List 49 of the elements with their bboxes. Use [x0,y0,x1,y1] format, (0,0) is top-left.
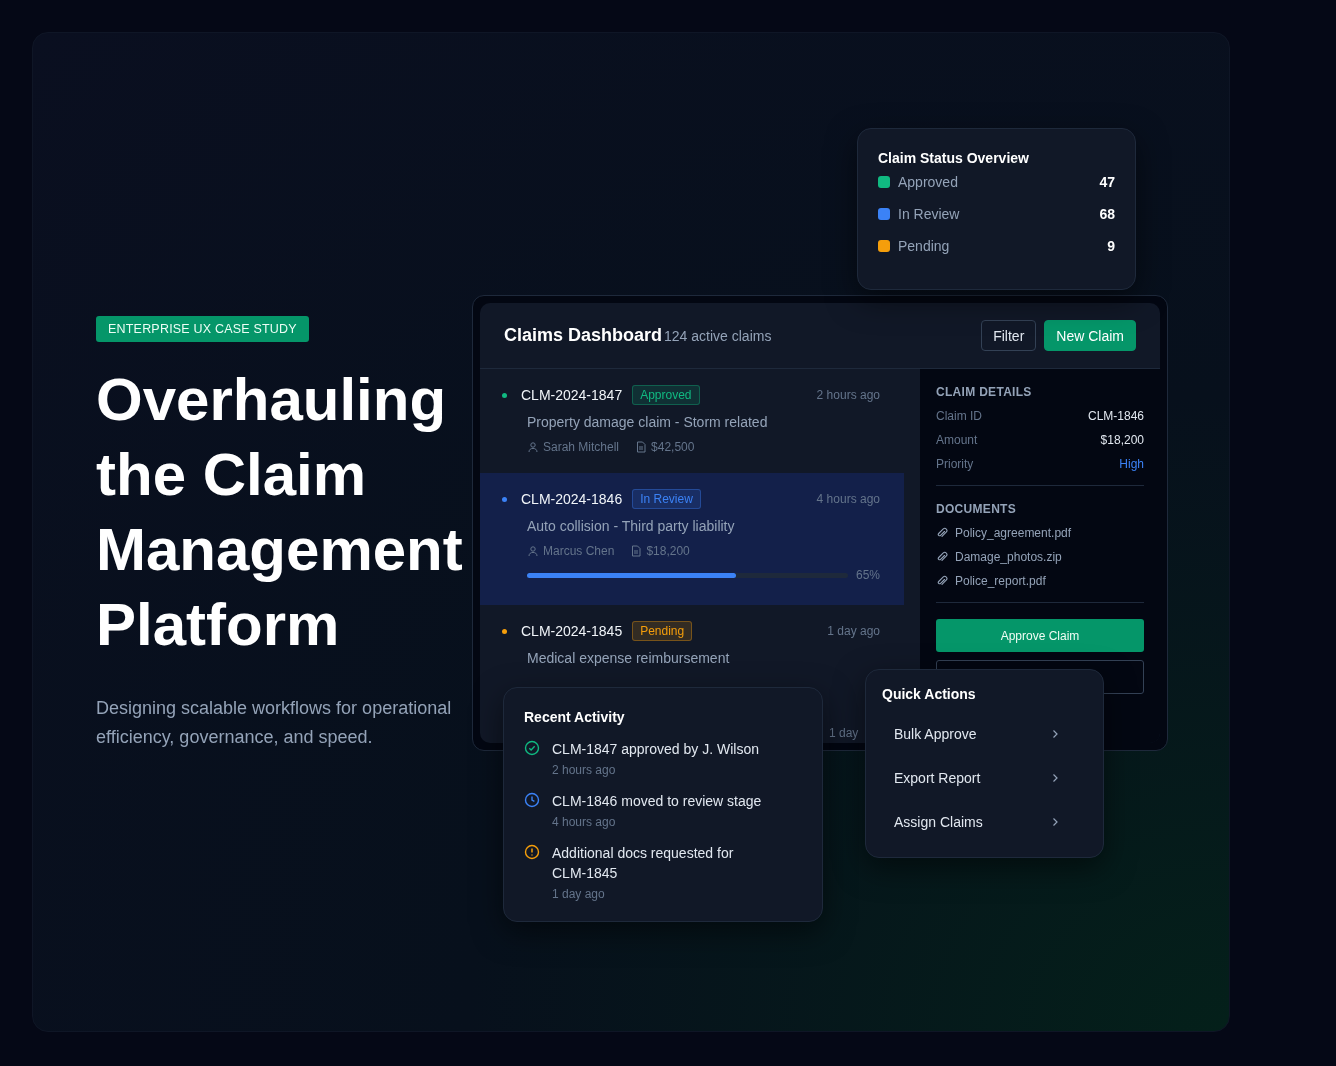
case-study-badge: ENTERPRISE UX CASE STUDY [96,316,309,342]
activity-text: CLM-1847 approved by J. Wilson [552,740,760,759]
status-label: In Review [898,206,960,222]
status-count: 68 [1099,206,1115,222]
status-tag: In Review [632,489,701,509]
progress-reading: 65% [855,568,880,582]
claim-amount: $18,200 [646,544,690,558]
claimant-name: Marcus Chen [543,544,615,558]
field-label: Amount [936,433,978,447]
dashboard-title: Claims Dashboard [504,325,663,346]
claims-count: 124 active claims [664,327,772,344]
activity-text: Additional docs requested for CLM-1845 [552,844,735,883]
field-value: CLM-1846 [1087,409,1144,423]
hero-subtitle: Designing scalable workflows for operational efficiency, governance, and speed. [96,697,453,749]
document-name: Police_report.pdf [955,574,1046,588]
field-label: Priority [936,457,974,471]
field-value: $18,200 [1100,433,1144,447]
activity-time: 4 hours ago [552,815,617,829]
status-count: 47 [1099,174,1115,190]
status-label: Approved [898,174,958,190]
card-title: Claim Status Overview [878,150,1030,166]
claim-description: Auto collision - Third party liability [527,518,736,534]
claim-time: 2 hours ago [816,388,880,402]
activity-text: CLM-1846 moved to review stage [552,792,763,811]
claim-description: Property damage claim - Storm related [527,414,769,430]
card-title: Recent Activity [524,709,626,725]
claim-id: CLM-2024-1846 [521,491,623,507]
status-label: Pending [898,238,950,254]
document-name: Policy_agreement.pdf [955,526,1072,540]
status-tag: Approved [632,385,700,405]
field-value: High [1119,457,1144,471]
activity-time: 1 day ago [552,887,606,901]
claim-id: CLM-2024-1845 [521,623,623,639]
activity-time: 2 hours ago [552,763,617,777]
claimant-name: Sarah Mitchell [543,440,620,454]
hero-title: Overhauling the Claim Management Platform [96,365,464,660]
claim-id: CLM-2024-1847 [521,387,623,403]
field-label: Claim ID [936,409,982,423]
claim-description: Medical expense reimbursement [527,650,731,666]
claim-amount: $42,500 [651,440,695,454]
card-title: Quick Actions [882,686,977,702]
status-tag: Pending [632,621,693,641]
document-name: Damage_photos.zip [955,550,1062,564]
section-heading: CLAIM DETAILS [936,385,1033,399]
claim-time: 4 hours ago [816,492,880,506]
section-heading: DOCUMENTS [936,502,1018,516]
claim-time: 1 day [829,726,859,740]
claim-time: 1 day ago [827,624,880,638]
status-count: 9 [1107,238,1115,254]
